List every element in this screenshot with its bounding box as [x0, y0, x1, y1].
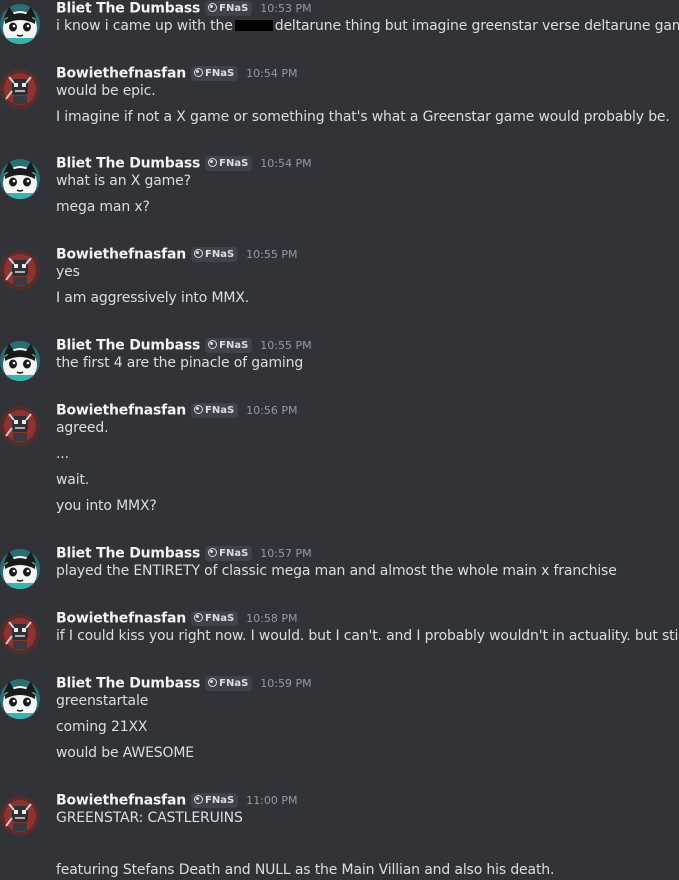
message-text: i know i came up with the deltarune thing…	[56, 16, 679, 36]
badge-icon	[208, 3, 218, 12]
message-text: if I could kiss you right now. I would. …	[56, 628, 679, 644]
server-tag-badge[interactable]: FNaS	[205, 1, 253, 16]
server-tag-badge[interactable]: FNaS	[191, 247, 239, 262]
redaction-bar	[234, 20, 273, 31]
server-tag-badge[interactable]: FNaS	[191, 403, 239, 418]
badge-icon	[208, 548, 218, 557]
message-text-part: i know i came up with the	[56, 18, 233, 34]
message-header: Bowiethefnasfan FNaS 10:58 PM	[56, 608, 298, 628]
message-header: Bowiethefnasfan FNaS 10:55 PM	[56, 244, 298, 264]
message-header: Bowiethefnasfan FNaS 11:00 PM	[56, 790, 298, 810]
server-tag-badge[interactable]: FNaS	[205, 156, 253, 171]
robot-avatar[interactable]	[0, 250, 40, 290]
timestamp[interactable]: 10:56 PM	[246, 404, 297, 417]
username[interactable]: Bliet The Dumbass	[56, 676, 200, 692]
badge-icon	[208, 340, 218, 349]
message-header: Bowiethefnasfan FNaS 10:54 PM	[56, 63, 298, 83]
server-tag-badge[interactable]: FNaS	[205, 676, 253, 691]
message-text: the first 4 are the pinacle of gaming	[56, 355, 304, 371]
cat-avatar[interactable]	[0, 549, 40, 589]
robot-avatar[interactable]	[0, 406, 40, 446]
robot-avatar[interactable]	[0, 69, 40, 109]
message-text: ...	[56, 446, 69, 462]
badge-icon	[194, 405, 204, 414]
server-tag-badge[interactable]: FNaS	[205, 338, 253, 353]
message-text-part: deltarune thing but imagine greenstar ve…	[274, 18, 679, 34]
server-tag-label: FNaS	[205, 249, 235, 260]
message-text: yes	[56, 264, 80, 280]
robot-avatar[interactable]	[0, 614, 40, 654]
badge-icon	[194, 249, 204, 258]
cat-avatar[interactable]	[0, 159, 40, 199]
message-text: mega man x?	[56, 199, 150, 215]
server-tag-label: FNaS	[205, 405, 235, 416]
cat-avatar[interactable]	[0, 679, 40, 719]
server-tag-label: FNaS	[219, 340, 249, 351]
timestamp[interactable]: 10:55 PM	[246, 248, 297, 261]
message-text: agreed.	[56, 420, 109, 436]
badge-icon	[208, 678, 218, 687]
message-text: you into MMX?	[56, 498, 157, 514]
server-tag-badge[interactable]: FNaS	[205, 546, 253, 561]
message-text: would be epic.	[56, 83, 156, 99]
timestamp[interactable]: 10:53 PM	[260, 2, 311, 15]
username[interactable]: Bowiethefnasfan	[56, 403, 186, 419]
message-header: Bliet The Dumbass FNaS 10:55 PM	[56, 335, 312, 355]
message-text: wait.	[56, 472, 90, 488]
username[interactable]: Bowiethefnasfan	[56, 793, 186, 809]
message-text: I imagine if not a X game or something t…	[56, 109, 670, 125]
timestamp[interactable]: 10:58 PM	[246, 612, 297, 625]
robot-avatar[interactable]	[0, 796, 40, 836]
server-tag-badge[interactable]: FNaS	[191, 611, 239, 626]
server-tag-badge[interactable]: FNaS	[191, 66, 239, 81]
username[interactable]: Bowiethefnasfan	[56, 611, 186, 627]
chat-message-list: Bliet The Dumbass FNaS 10:53 PM i know i ca…	[0, 0, 679, 878]
badge-icon	[194, 613, 204, 622]
timestamp[interactable]: 10:54 PM	[246, 67, 297, 80]
username[interactable]: Bliet The Dumbass	[56, 546, 200, 562]
timestamp[interactable]: 10:59 PM	[260, 677, 311, 690]
server-tag-label: FNaS	[205, 795, 235, 806]
username[interactable]: Bliet The Dumbass	[56, 1, 200, 17]
message-header: Bliet The Dumbass FNaS 10:59 PM	[56, 673, 312, 693]
timestamp[interactable]: 10:54 PM	[260, 157, 311, 170]
timestamp[interactable]: 10:55 PM	[260, 339, 311, 352]
message-text: GREENSTAR: CASTLERUINS	[56, 810, 243, 826]
message-text: would be AWESOME	[56, 745, 194, 761]
message-text: greenstartale	[56, 693, 149, 709]
server-tag-label: FNaS	[205, 613, 235, 624]
badge-icon	[208, 158, 218, 167]
timestamp[interactable]: 11:00 PM	[246, 794, 297, 807]
message-header: Bliet The Dumbass FNaS 10:54 PM	[56, 153, 312, 173]
badge-icon	[194, 795, 204, 804]
server-tag-label: FNaS	[205, 68, 235, 79]
message-text: featuring Stefans Death and NULL as the …	[56, 862, 555, 878]
cat-avatar[interactable]	[0, 4, 40, 44]
message-text: what is an X game?	[56, 173, 191, 189]
username[interactable]: Bowiethefnasfan	[56, 247, 186, 263]
message-text: I am aggressively into MMX.	[56, 290, 250, 306]
username[interactable]: Bliet The Dumbass	[56, 338, 200, 354]
cat-avatar[interactable]	[0, 341, 40, 381]
timestamp[interactable]: 10:57 PM	[260, 547, 311, 560]
message-text: played the ENTIRETY of classic mega man …	[56, 563, 617, 579]
server-tag-label: FNaS	[219, 3, 249, 14]
username[interactable]: Bliet The Dumbass	[56, 156, 200, 172]
message-text: coming 21XX	[56, 719, 148, 735]
server-tag-label: FNaS	[219, 158, 249, 169]
server-tag-label: FNaS	[219, 548, 249, 559]
message-header: Bliet The Dumbass FNaS 10:57 PM	[56, 543, 312, 563]
badge-icon	[194, 68, 204, 77]
server-tag-label: FNaS	[219, 678, 249, 689]
username[interactable]: Bowiethefnasfan	[56, 66, 186, 82]
server-tag-badge[interactable]: FNaS	[191, 793, 239, 808]
message-header: Bowiethefnasfan FNaS 10:56 PM	[56, 400, 298, 420]
